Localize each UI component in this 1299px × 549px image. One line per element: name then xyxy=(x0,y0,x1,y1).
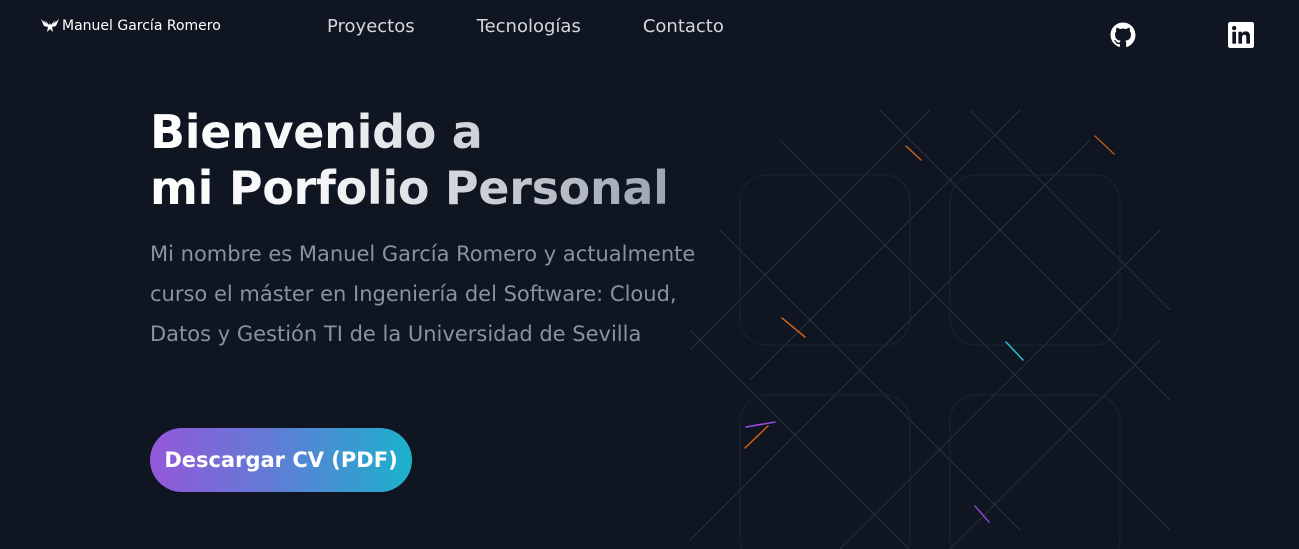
site-logo-link[interactable]: Manuel García Romero xyxy=(40,16,221,36)
hero-description: Mi nombre es Manuel García Romero y actu… xyxy=(150,242,696,346)
main-nav: Proyectos Tecnologías Contacto xyxy=(327,16,786,37)
hero-title: Bienvenido a mi Porfolio Personal xyxy=(150,104,669,216)
github-link[interactable] xyxy=(1110,22,1136,48)
eagle-icon xyxy=(40,16,60,36)
hero-title-line-1: Bienvenido a xyxy=(150,105,483,159)
linkedin-link[interactable] xyxy=(1228,22,1254,48)
nav-item-contacto[interactable]: Contacto xyxy=(643,16,724,37)
nav-item-proyectos[interactable]: Proyectos xyxy=(327,16,415,37)
site-name: Manuel García Romero xyxy=(62,18,221,34)
github-icon xyxy=(1110,22,1136,48)
decorative-grid-graphic xyxy=(690,110,1170,549)
hero-title-line-2: mi Porfolio Personal xyxy=(150,161,669,215)
nav-item-tecnologias[interactable]: Tecnologías xyxy=(477,16,581,37)
linkedin-icon xyxy=(1228,22,1254,48)
portfolio-page: Manuel García Romero Proyectos Tecnologí… xyxy=(0,0,1299,549)
download-cv-button[interactable]: Descargar CV (PDF) xyxy=(150,428,412,492)
